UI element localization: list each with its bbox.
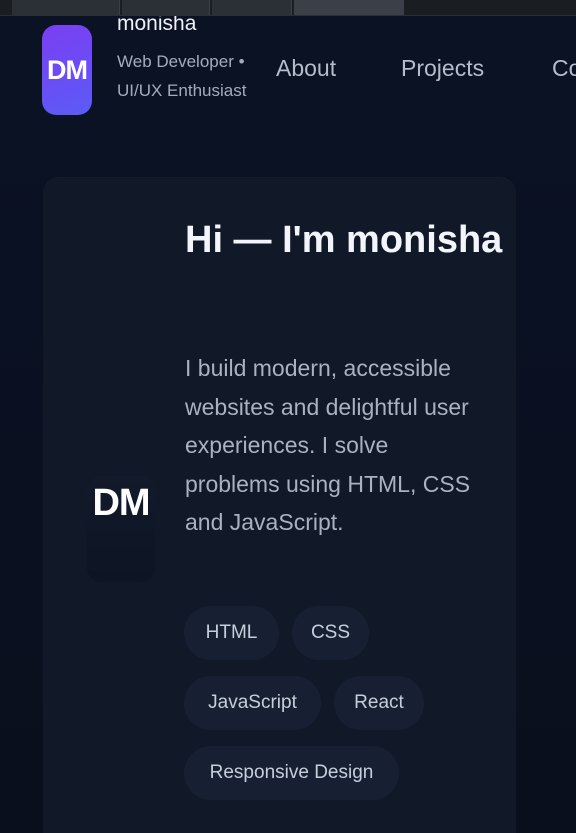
nav-projects-link[interactable]: Projects — [401, 55, 484, 85]
browser-tab[interactable] — [212, 0, 292, 15]
hero-description: I build modern, accessible websites and … — [185, 355, 471, 536]
skill-chip-html: HTML — [184, 606, 279, 660]
nav-contact-link[interactable]: Co — [552, 55, 576, 85]
logo[interactable]: DM — [42, 25, 92, 115]
skill-chip-responsive-design: Responsive Design — [184, 746, 399, 800]
brand-name: monisha — [117, 16, 197, 35]
portfolio-page: DM monisha Web Developer • UI/UX Enthusi… — [0, 16, 576, 833]
nav-about-link[interactable]: About — [276, 55, 336, 85]
brand-tagline: Web Developer • UI/UX Enthusiast — [117, 52, 247, 100]
skill-chip-javascript: JavaScript — [184, 676, 321, 730]
skill-chip-css: CSS — [292, 606, 369, 660]
hero-title: Hi — I'm monisha — [185, 219, 503, 261]
skill-chip-react: React — [334, 676, 424, 730]
browser-tab[interactable] — [122, 0, 210, 15]
hero-avatar: DM — [87, 476, 155, 582]
browser-tab[interactable] — [12, 0, 120, 15]
browser-tab-active[interactable] — [294, 0, 404, 15]
browser-tab-strip — [0, 0, 576, 16]
